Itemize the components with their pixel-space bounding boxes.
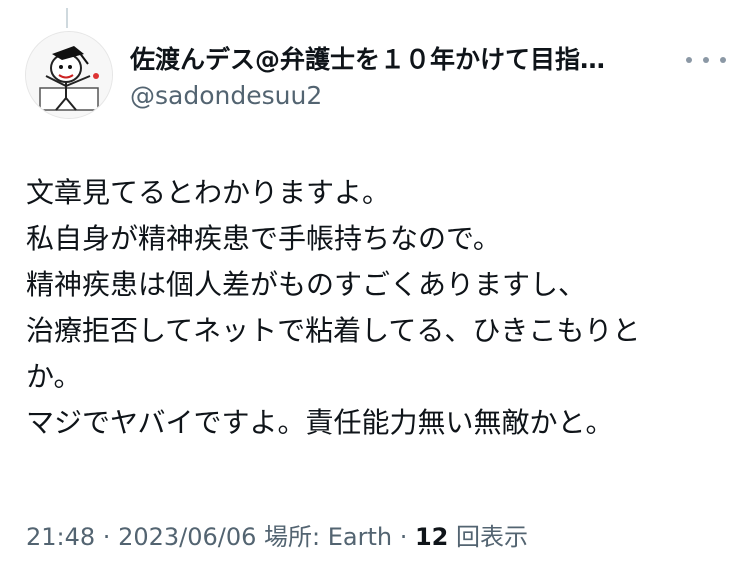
tweet-location: 場所: Earth bbox=[256, 523, 393, 551]
tweet-line: か。 bbox=[26, 360, 82, 393]
tweet-line: 私自身が精神疾患で手帳持ちなので。 bbox=[26, 222, 501, 255]
tweet-line: 治療拒否してネットで粘着してる、ひきこもりと bbox=[26, 314, 641, 347]
tweet-line: 文章見てるとわかりますよ。 bbox=[26, 176, 391, 209]
separator: · bbox=[95, 523, 119, 551]
dot bbox=[686, 57, 692, 63]
tweet-time[interactable]: 21:48 bbox=[26, 523, 95, 551]
dot bbox=[703, 57, 709, 63]
user-handle[interactable]: @sadondesuu2 bbox=[130, 80, 670, 112]
display-name[interactable]: 佐渡んデス@弁護士を１０年かけて目指… bbox=[130, 44, 670, 76]
thread-connector-line bbox=[66, 8, 68, 28]
tweet-metadata: 21:48 · 2023/06/06 場所: Earth · 12 回表示 bbox=[26, 520, 528, 554]
avatar[interactable] bbox=[25, 31, 113, 119]
view-count: 12 bbox=[414, 523, 449, 551]
tweet-line: 精神疾患は個人差がものすごくありますし、 bbox=[26, 268, 587, 301]
separator: · bbox=[392, 523, 415, 551]
view-label: 回表示 bbox=[448, 523, 529, 551]
more-dots-icon[interactable] bbox=[686, 48, 726, 72]
dot bbox=[720, 57, 726, 63]
tweet-text: 文章見てるとわかりますよ。 私自身が精神疾患で手帳持ちなので。 精神疾患は個人差… bbox=[26, 170, 726, 446]
tweet-header: 佐渡んデス@弁護士を１０年かけて目指… @sadondesuu2 bbox=[130, 44, 670, 112]
cartoon-character-avatar-icon bbox=[26, 32, 112, 118]
tweet-line: マジでヤバイですよ。責任能力無い無敵かと。 bbox=[26, 406, 614, 439]
tweet-date[interactable]: 2023/06/06 bbox=[118, 523, 256, 551]
